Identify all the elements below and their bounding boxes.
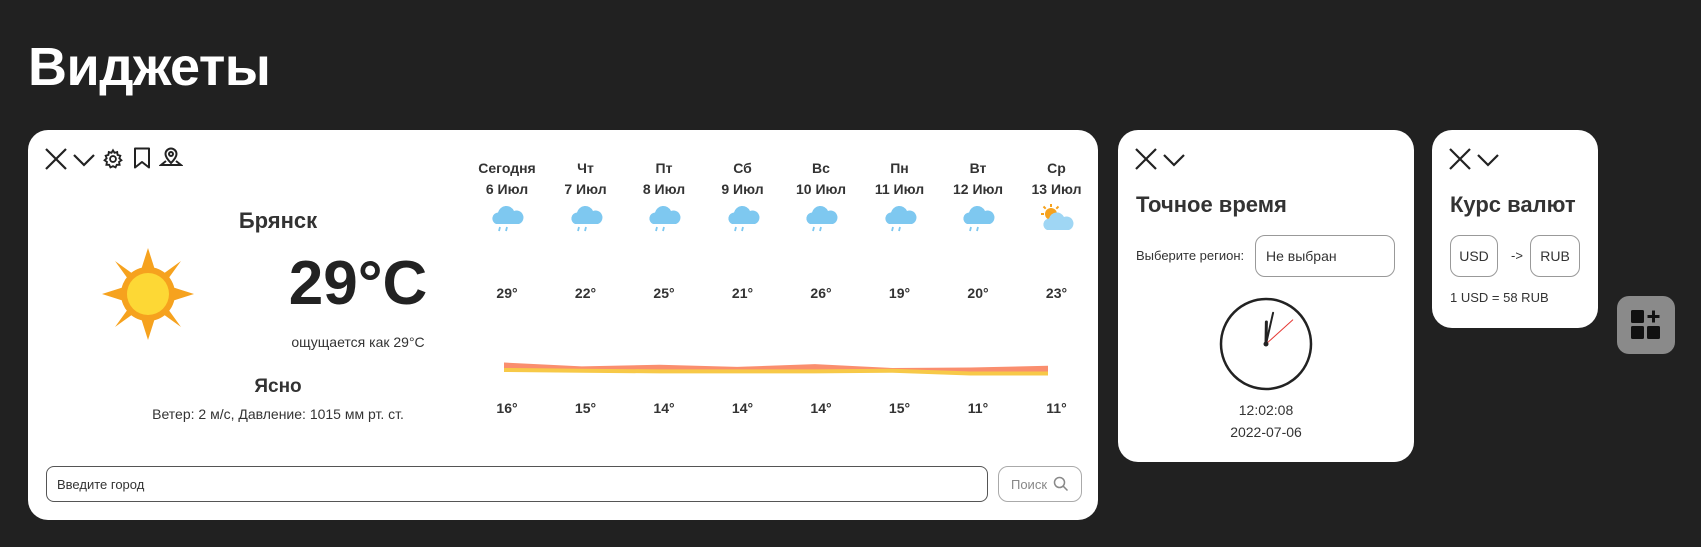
- current-temperature: 29°C: [288, 249, 428, 318]
- currency-widget-title: Курс валют: [1450, 192, 1576, 217]
- chevron-down-icon[interactable]: [1476, 148, 1500, 172]
- analog-clock: [1219, 297, 1313, 391]
- weather-condition: Ясно: [254, 376, 302, 397]
- forecast-high-temp: 19°: [888, 285, 911, 301]
- search-icon: [1053, 476, 1069, 492]
- rain-cloud-icon: [566, 204, 606, 234]
- clock-center: [1263, 341, 1269, 347]
- forecast-high-temp: 20°: [967, 285, 989, 301]
- rain-cloud-icon: [644, 204, 684, 234]
- forecast-day: Сегодня 6 Июл: [468, 158, 546, 234]
- gear-icon[interactable]: [101, 147, 125, 171]
- add-widget-icon: [1631, 310, 1660, 339]
- forecast-day-name: Ср: [1047, 160, 1066, 176]
- forecast-high-temp: 26°: [810, 285, 832, 301]
- forecast-day-name: Пн: [890, 160, 909, 176]
- forecast-day: Пт 8 Июл: [625, 158, 703, 234]
- forecast-day-name: Сб: [733, 160, 752, 176]
- current-date: 2022-07-06: [1230, 424, 1302, 440]
- forecast-day-name: Вт: [969, 160, 987, 176]
- partly-cloudy-icon: [1037, 204, 1077, 234]
- forecast-low-temp: 16°: [496, 400, 518, 416]
- forecast-day-date: 9 Июл: [721, 181, 764, 197]
- forecast-day: Пн 11 Июл: [861, 158, 939, 234]
- weather-details: Ветер: 2 м/с, Давление: 1015 мм рт. ст.: [152, 406, 404, 422]
- temperature-band-chart: [504, 362, 1048, 376]
- weather-widget: Брянск 29°C ощущается как 29°C Ясно Вете…: [28, 130, 1098, 520]
- forecast-low-temp: 11°: [1046, 400, 1067, 416]
- chevron-down-icon[interactable]: [72, 148, 96, 172]
- forecast-day-date: 11 Июл: [874, 181, 925, 197]
- forecast-day: Вт 12 Июл: [939, 158, 1017, 234]
- forecast-day-name: Пт: [655, 160, 673, 176]
- from-currency-select[interactable]: USD: [1450, 235, 1498, 277]
- forecast-day-date: 7 Июл: [564, 181, 607, 197]
- rain-cloud-icon: [801, 204, 841, 234]
- forecast-low-temp: 14°: [653, 400, 675, 416]
- forecast-high-temp: 22°: [574, 285, 597, 301]
- forecast-day: Вс 10 Июл: [782, 158, 860, 234]
- forecast-day-name: Вс: [812, 160, 830, 176]
- forecast-day: Ср 13 Июл: [1018, 158, 1096, 234]
- forecast-day-date: 8 Июл: [642, 181, 686, 197]
- close-icon[interactable]: [1133, 146, 1159, 172]
- forecast-day-name: Чт: [577, 160, 594, 176]
- forecast-high-temp: 29°: [496, 285, 518, 301]
- close-icon[interactable]: [1447, 146, 1473, 172]
- rain-cloud-icon: [723, 204, 763, 234]
- search-button-label: Поиск: [1010, 476, 1048, 492]
- region-select[interactable]: Не выбран: [1255, 235, 1395, 277]
- forecast-low-temp: 11°: [967, 400, 989, 416]
- forecast-low-temp: 14°: [731, 400, 754, 416]
- rain-cloud-icon: [487, 204, 527, 234]
- rain-cloud-icon: [880, 204, 920, 234]
- close-icon[interactable]: [43, 146, 69, 172]
- search-button[interactable]: Поиск: [998, 466, 1082, 502]
- location-pin-icon[interactable]: [158, 145, 184, 171]
- forecast-day-date: 13 Июл: [1031, 181, 1082, 197]
- forecast-low-temp: 14°: [810, 400, 832, 416]
- forecast-day: Чт 7 Июл: [547, 158, 625, 234]
- sun-icon: [100, 246, 196, 347]
- forecast-low-temp: 15°: [574, 400, 597, 416]
- exchange-rate: 1 USD = 58 RUB: [1450, 290, 1549, 305]
- feels-like: ощущается как 29°C: [291, 334, 425, 350]
- city-name: Брянск: [238, 208, 318, 233]
- forecast-high-temp: 23°: [1045, 285, 1068, 301]
- conversion-arrow: ->: [1511, 248, 1523, 263]
- forecast-day-date: 6 Июл: [485, 181, 529, 197]
- time-widget: Точное время Выберите регион: Не выбран …: [1118, 130, 1414, 462]
- city-search-input[interactable]: [46, 466, 988, 502]
- forecast-day: Сб 9 Июл: [704, 158, 782, 234]
- forecast-high-temp: 21°: [731, 285, 754, 301]
- to-currency-select[interactable]: RUB: [1530, 235, 1580, 277]
- current-time: 12:02:08: [1238, 402, 1294, 418]
- currency-widget: Курс валют USD -> RUB 1 USD = 58 RUB: [1432, 130, 1598, 328]
- forecast-day-date: 12 Июл: [952, 181, 1004, 197]
- time-widget-title: Точное время: [1136, 192, 1287, 217]
- page-title: Виджеты: [28, 37, 271, 97]
- bookmark-icon[interactable]: [130, 146, 154, 170]
- forecast-low-temp: 15°: [888, 400, 911, 416]
- forecast-day-date: 10 Июл: [795, 181, 847, 197]
- add-widget-button[interactable]: [1617, 296, 1675, 354]
- forecast-day-name: Сегодня: [478, 160, 536, 176]
- region-label: Выберите регион:: [1136, 248, 1245, 263]
- rain-cloud-icon: [958, 204, 998, 234]
- forecast-high-temp: 25°: [653, 285, 675, 301]
- chevron-down-icon[interactable]: [1162, 148, 1186, 172]
